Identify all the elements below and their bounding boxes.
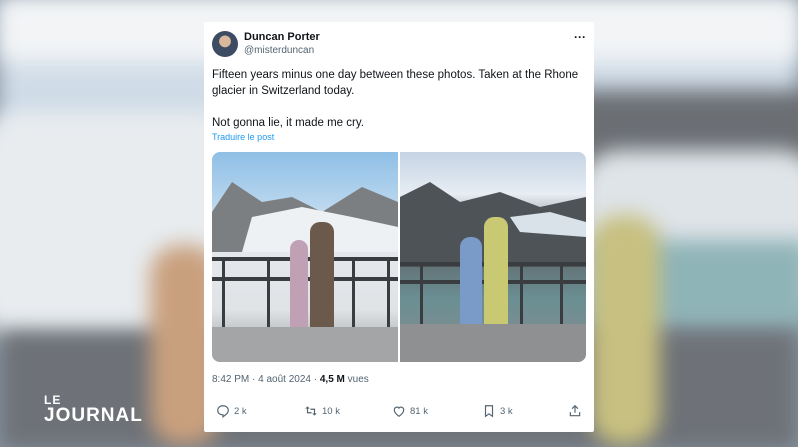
post-text-line: Not gonna lie, it made me cry. xyxy=(212,117,364,129)
repost-button[interactable]: 10 k xyxy=(304,404,340,418)
bookmark-count: 3 k xyxy=(500,405,513,417)
mountain-shape xyxy=(212,182,398,252)
repost-count: 10 k xyxy=(322,405,340,417)
le-journal-logo: LE JOURNAL xyxy=(44,393,143,427)
like-icon xyxy=(393,406,405,417)
post-text-line: Fifteen years minus one day between thes… xyxy=(212,69,579,97)
reply-count: 2 k xyxy=(234,405,247,417)
share-button[interactable] xyxy=(568,404,582,418)
reply-button[interactable]: 2 k xyxy=(216,404,247,418)
author-handle[interactable]: @misterduncan xyxy=(244,45,314,56)
author-name[interactable]: Duncan Porter xyxy=(244,31,320,43)
bookmark-icon xyxy=(484,405,494,418)
like-button[interactable]: 81 k xyxy=(392,404,428,418)
logo-line-2: JOURNAL xyxy=(44,405,143,426)
post-text: Fifteen years minus one day between thes… xyxy=(212,67,586,131)
like-count: 81 k xyxy=(410,405,428,417)
post-meta: 8:42 PM · 4 août 2024 · 4,5 M vues xyxy=(212,374,369,385)
reply-icon xyxy=(217,405,229,418)
photo-2024[interactable] xyxy=(400,152,586,362)
avatar[interactable] xyxy=(212,31,238,57)
bookmark-button[interactable]: 3 k xyxy=(482,404,513,418)
photo-2009[interactable] xyxy=(212,152,398,362)
post-time[interactable]: 8:42 PM · 4 août 2024 · xyxy=(212,374,317,385)
post-card: Duncan Porter @misterduncan ··· Fifteen … xyxy=(204,22,594,432)
views-label: vues xyxy=(347,374,369,385)
translate-link[interactable]: Traduire le post xyxy=(212,132,274,142)
post-header: Duncan Porter @misterduncan ··· xyxy=(212,30,586,60)
action-bar: 2 k 10 k 81 k 3 k xyxy=(212,404,586,422)
more-icon[interactable]: ··· xyxy=(574,30,586,44)
views-count: 4,5 M xyxy=(319,374,345,385)
post-media[interactable] xyxy=(212,152,586,362)
share-icon xyxy=(569,404,581,417)
repost-icon xyxy=(305,406,317,416)
